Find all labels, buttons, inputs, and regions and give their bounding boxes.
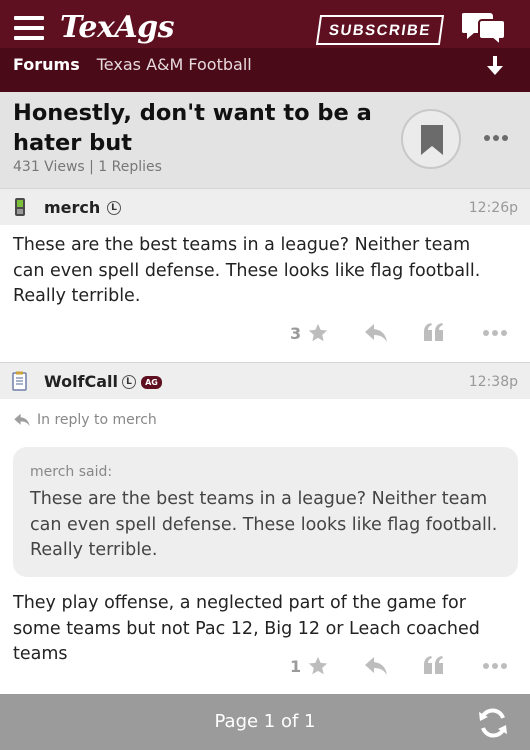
badge-l: L [107, 201, 121, 215]
refresh-icon[interactable] [476, 706, 510, 740]
post-username[interactable]: merch [44, 198, 100, 217]
bookmark-icon [421, 125, 443, 155]
arrow-down-icon[interactable] [484, 54, 506, 78]
star-count: 3 [290, 324, 302, 343]
bookmark-button[interactable] [401, 109, 461, 169]
star-count: 1 [290, 657, 302, 676]
quote-author: merch said: [30, 464, 113, 480]
breadcrumb-forums[interactable]: Forums [13, 55, 80, 74]
page-indicator[interactable]: Page 1 of 1 [0, 711, 530, 732]
more-options-icon[interactable] [483, 132, 509, 144]
post-actions: 3 [0, 322, 530, 348]
thread-title: Honestly, don't want to be a hater but [13, 100, 372, 156]
reply-icon [14, 413, 30, 427]
post-username[interactable]: WolfCall [44, 372, 118, 391]
subscribe-button[interactable]: SUBSCRIBE [315, 15, 445, 45]
quoted-post: merch said: These are the best teams in … [13, 447, 518, 577]
in-reply-to-link[interactable]: In reply to merch [13, 412, 157, 428]
reply-icon[interactable] [364, 656, 388, 676]
thread-stats: 431 Views | 1 Replies [13, 159, 162, 175]
top-bar: TexAgs SUBSCRIBE Forums Texas A&M Footba… [0, 0, 530, 92]
more-options-icon[interactable] [482, 661, 508, 671]
phone-icon [15, 198, 25, 216]
post-header: merch L 12:26p [0, 188, 530, 225]
post-body: These are the best teams in a league? Ne… [13, 235, 481, 306]
quote-text: These are the best teams in a league? Ne… [30, 489, 498, 560]
notepad-icon [12, 371, 27, 391]
more-options-icon[interactable] [482, 328, 508, 338]
post-actions: 1 [0, 655, 530, 681]
chat-icon[interactable] [462, 10, 506, 46]
pagination-bar: Page 1 of 1 [0, 694, 530, 750]
star-icon[interactable] [307, 322, 329, 344]
breadcrumb-board[interactable]: Texas A&M Football [97, 55, 252, 74]
site-logo[interactable]: TexAgs [60, 10, 175, 45]
post-time: 12:26p [468, 200, 518, 216]
star-icon[interactable] [307, 655, 329, 677]
quote-icon[interactable] [423, 655, 445, 675]
thread-header: Honestly, don't want to be a hater but 4… [0, 92, 530, 188]
reply-icon[interactable] [364, 323, 388, 343]
badge-ag: AG [141, 376, 162, 389]
quote-icon[interactable] [423, 322, 445, 342]
subscribe-label: SUBSCRIBE [327, 21, 433, 39]
post-time: 12:38p [468, 374, 518, 390]
breadcrumb: Forums Texas A&M Football [13, 55, 252, 74]
post-header: WolfCall L AG 12:38p [0, 362, 530, 399]
badge-l: L [122, 375, 136, 389]
menu-icon[interactable] [14, 16, 44, 40]
in-reply-to-label: In reply to merch [37, 412, 157, 428]
